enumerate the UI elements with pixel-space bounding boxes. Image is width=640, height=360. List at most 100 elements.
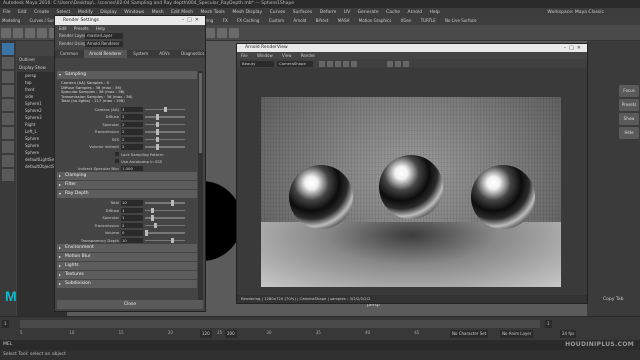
sampling-slider[interactable] — [145, 106, 185, 113]
section-environment[interactable]: Environment — [57, 244, 197, 253]
sampling-slider-handle[interactable] — [156, 144, 160, 150]
menu-arnold[interactable]: Arnold — [408, 10, 423, 15]
render-settings-titlebar[interactable]: Render Settings –□✕ — [55, 16, 205, 25]
shelf-tool-icon[interactable] — [205, 28, 215, 38]
fps-dropdown[interactable]: 24 fps — [560, 330, 577, 338]
shelf-tab[interactable]: XGen — [401, 18, 412, 23]
sampling-field[interactable]: 2 — [121, 136, 143, 143]
render-canvas[interactable] — [261, 97, 561, 287]
indirect-specular-blur-field[interactable]: 1.000 — [121, 165, 143, 172]
rv-menu-render[interactable]: Render — [301, 53, 315, 58]
render-layer-dropdown[interactable]: masterLayer — [85, 33, 123, 39]
ray-depth-slider[interactable] — [145, 237, 185, 244]
paint-select-icon[interactable] — [2, 71, 14, 83]
shelf-tool-icon[interactable] — [1, 28, 11, 38]
ray-depth-slider[interactable] — [145, 200, 185, 206]
ray-depth-slider-handle[interactable] — [150, 207, 154, 214]
ray-depth-slider-handle[interactable] — [170, 237, 174, 244]
section-lights[interactable]: Lights — [57, 262, 197, 271]
ray-depth-field[interactable]: 1 — [121, 207, 143, 214]
sampling-field[interactable]: 2 — [121, 129, 143, 135]
renderview-titlebar[interactable]: Arnold RenderView –□✕ — [237, 44, 587, 52]
sampling-slider-handle[interactable] — [156, 129, 160, 135]
rv-menu-view[interactable]: View — [282, 53, 292, 58]
sampling-field[interactable]: 2 — [121, 121, 143, 128]
layout-single-icon[interactable] — [2, 127, 14, 139]
menu-uv[interactable]: UV — [344, 10, 350, 15]
menu-deform[interactable]: Deform — [320, 10, 337, 15]
window-controls-icon[interactable]: –□✕ — [564, 44, 584, 52]
section-ray-depth[interactable]: Ray Depth — [57, 190, 197, 199]
rv-menu-file[interactable]: File — [241, 53, 248, 58]
rs-menu-edit[interactable]: Edit — [59, 26, 67, 31]
ray-depth-slider[interactable] — [145, 215, 185, 221]
section-motion-blur[interactable]: Motion Blur — [57, 253, 197, 262]
section-sampling[interactable]: Sampling — [57, 71, 197, 79]
alpha-channel-icon[interactable] — [327, 60, 333, 67]
scale-tool-icon[interactable] — [2, 113, 14, 125]
tab-aovs[interactable]: AOVs — [154, 50, 175, 58]
shelf-tool-icon[interactable] — [13, 28, 23, 38]
shelf-tab[interactable]: TURTLE — [421, 18, 436, 23]
snapshot-icon[interactable] — [387, 60, 393, 67]
select-tool-icon[interactable] — [2, 43, 14, 55]
layout-four-icon[interactable] — [2, 141, 14, 153]
shelf-tab[interactable]: Custom — [269, 18, 284, 23]
menu-curves[interactable]: Curves — [270, 10, 286, 15]
section-textures[interactable]: Textures — [57, 271, 197, 280]
start-frame-field[interactable]: 1 — [2, 320, 9, 328]
menu-file[interactable]: File — [3, 10, 11, 15]
ray-depth-slider[interactable] — [145, 222, 185, 229]
shelf-tab[interactable]: Bifrost — [316, 18, 329, 23]
close-button[interactable]: Close — [57, 300, 203, 309]
ray-depth-slider-handle[interactable] — [170, 200, 174, 206]
outliner-menu-display[interactable]: Display — [19, 65, 34, 70]
layout-two-icon[interactable] — [2, 155, 14, 167]
shelf-tab[interactable]: FX Caching — [237, 18, 259, 23]
copy-tab-button[interactable]: Copy Tab — [603, 296, 623, 304]
render-using-dropdown[interactable]: Arnold Renderer — [85, 41, 123, 47]
ray-depth-field[interactable]: 10 — [121, 200, 143, 206]
sampling-slider[interactable] — [145, 121, 185, 128]
lock-sampling-checkbox[interactable] — [115, 152, 119, 157]
menu-help[interactable]: Help — [430, 10, 440, 15]
autobump-row[interactable]: Use Autobump in SSS — [57, 158, 197, 165]
sampling-slider-handle[interactable] — [156, 114, 160, 120]
menu-surfaces[interactable]: Surfaces — [293, 10, 313, 15]
camera-dropdown[interactable]: CameraShape — [277, 60, 313, 67]
rs-menu-presets[interactable]: Presets — [74, 26, 89, 31]
scrollbar-thumb[interactable] — [199, 73, 202, 153]
character-set-dropdown[interactable]: No Character Set — [450, 330, 489, 338]
shelf-tab[interactable]: FX — [223, 18, 228, 23]
section-clamping[interactable]: Clamping — [57, 172, 197, 181]
shelf-tab[interactable]: Arnold — [293, 18, 306, 23]
menu-generate[interactable]: Generate — [358, 10, 379, 15]
channel-dropdown[interactable]: Beauty — [240, 60, 274, 67]
anim-layer-dropdown[interactable]: No Anim Layer — [500, 330, 534, 338]
timeline-track[interactable] — [20, 320, 540, 328]
shelf-tab[interactable]: MASH — [338, 18, 350, 23]
layout-outliner-icon[interactable] — [2, 169, 14, 181]
tab-system[interactable]: System — [128, 50, 153, 58]
workspace-selector[interactable]: Workspace: Maya Classic — [547, 8, 604, 17]
rs-menu-help[interactable]: Help — [96, 26, 105, 31]
command-line[interactable]: MEL — [0, 340, 640, 350]
stop-icon[interactable] — [351, 60, 357, 67]
lasso-tool-icon[interactable] — [2, 57, 14, 69]
shelf-tool-icon[interactable] — [229, 28, 239, 38]
mode-selector[interactable]: Modeling — [2, 18, 20, 23]
shelf-tab[interactable]: Motion Graphics — [359, 18, 392, 23]
section-filter[interactable]: Filter — [57, 181, 197, 190]
ray-depth-slider[interactable] — [145, 207, 185, 214]
sampling-field[interactable]: 2 — [121, 114, 143, 120]
sampling-slider[interactable] — [145, 136, 185, 143]
sampling-field[interactable]: 3 — [121, 106, 143, 113]
shelf-tool-icon[interactable] — [25, 28, 35, 38]
tab-arnold-renderer[interactable]: Arnold Renderer — [84, 50, 127, 58]
ray-depth-field[interactable]: 10 — [121, 237, 143, 244]
rgb-channel-icon[interactable] — [319, 60, 325, 67]
ray-depth-slider-handle[interactable] — [150, 215, 154, 221]
menu-create[interactable]: Create — [34, 10, 49, 15]
render-play-icon[interactable] — [335, 60, 341, 67]
lock-sampling-row[interactable]: Lock Sampling Pattern — [57, 151, 197, 158]
